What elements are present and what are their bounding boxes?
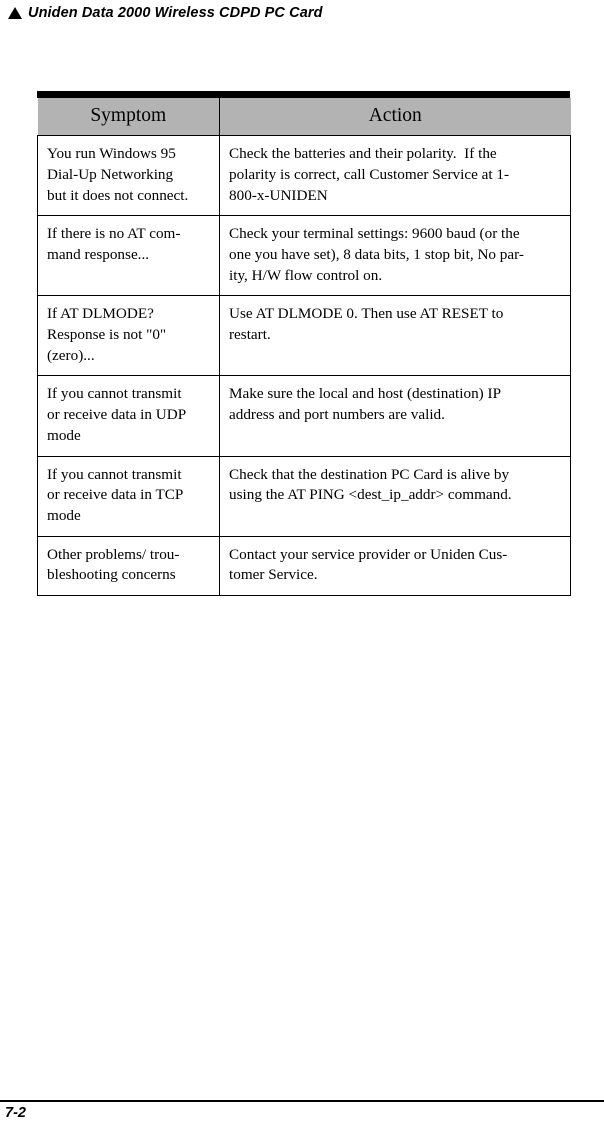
cell-line: Contact your service provider or Uniden … xyxy=(229,545,508,563)
table-header-row: Symptom Action xyxy=(37,98,571,136)
troubleshooting-table-container: Symptom Action You run Windows 95 Dial-U… xyxy=(37,91,571,596)
cell-line: ity, H/W flow control on. xyxy=(229,266,383,284)
cell-line: Dial-Up Networking xyxy=(47,166,174,184)
table-top-rule xyxy=(37,91,570,98)
cell-line: mode xyxy=(47,426,81,444)
cell-action: Check that the destination PC Card is al… xyxy=(219,455,571,537)
troubleshooting-table: Symptom Action You run Windows 95 Dial-U… xyxy=(37,98,571,596)
cell-line: restart. xyxy=(229,326,271,344)
running-header-title: Uniden Data 2000 Wireless CDPD PC Card xyxy=(28,5,323,21)
cell-line: or receive data in UDP xyxy=(47,406,187,424)
running-header: Uniden Data 2000 Wireless CDPD PC Card xyxy=(0,0,604,26)
cell-line: polarity is correct, call Customer Servi… xyxy=(229,166,510,184)
cell-line: If there is no AT com- xyxy=(47,225,181,243)
table-row: If you cannot transmit or receive data i… xyxy=(37,375,571,457)
cell-line: Check your terminal settings: 9600 baud … xyxy=(229,225,520,243)
table-row: If there is no AT com- mand response... … xyxy=(37,215,571,297)
column-header-action: Action xyxy=(219,98,571,136)
cell-action: Check your terminal settings: 9600 baud … xyxy=(219,215,571,297)
cell-line: or receive data in TCP xyxy=(47,486,184,504)
cell-symptom: If there is no AT com- mand response... xyxy=(37,215,220,297)
cell-line: bleshooting concerns xyxy=(47,566,176,584)
cell-line: If you cannot transmit xyxy=(47,385,182,403)
cell-line: but it does not connect. xyxy=(47,186,189,204)
cell-line: If AT DLMODE? xyxy=(47,305,154,323)
cell-symptom: If you cannot transmit or receive data i… xyxy=(37,455,220,537)
cell-line: Response is not "0" xyxy=(47,326,167,344)
cell-line: mode xyxy=(47,506,81,524)
table-row: If AT DLMODE? Response is not "0" (zero)… xyxy=(37,295,571,377)
cell-line: 800-x-UNIDEN xyxy=(229,186,328,204)
cell-line: Check that the destination PC Card is al… xyxy=(229,465,510,483)
cell-line: tomer Service. xyxy=(229,566,318,584)
cell-symptom: If AT DLMODE? Response is not "0" (zero)… xyxy=(37,295,220,377)
cell-line: (zero)... xyxy=(47,346,95,364)
cell-line: address and port numbers are valid. xyxy=(229,406,445,424)
page-number: 7-2 xyxy=(5,1105,26,1122)
cell-line: Use AT DLMODE 0. Then use AT RESET to xyxy=(229,305,504,323)
page-footer: 7-2 xyxy=(0,1100,604,1121)
cell-action: Check the batteries and their polarity. … xyxy=(219,135,571,217)
cell-symptom: If you cannot transmit or receive data i… xyxy=(37,375,220,457)
table-body: You run Windows 95 Dial-Up Networking bu… xyxy=(37,135,571,596)
column-header-symptom: Symptom xyxy=(37,98,220,136)
cell-line: Other problems/ trou- xyxy=(47,545,180,563)
cell-symptom: You run Windows 95 Dial-Up Networking bu… xyxy=(37,135,220,217)
cell-line: Make sure the local and host (destinatio… xyxy=(229,385,502,403)
triangle-up-icon xyxy=(8,7,22,19)
cell-line: using the AT PING <dest_ip_addr> command… xyxy=(229,486,512,504)
cell-symptom: Other problems/ trou- bleshooting concer… xyxy=(37,535,220,596)
cell-line: You run Windows 95 xyxy=(47,145,176,163)
table-row: If you cannot transmit or receive data i… xyxy=(37,455,571,537)
cell-action: Use AT DLMODE 0. Then use AT RESET to re… xyxy=(219,295,571,377)
table-row: You run Windows 95 Dial-Up Networking bu… xyxy=(37,135,571,217)
cell-line: Check the batteries and their polarity. … xyxy=(229,145,497,163)
cell-action: Contact your service provider or Uniden … xyxy=(219,535,571,596)
cell-action: Make sure the local and host (destinatio… xyxy=(219,375,571,457)
cell-line: one you have set), 8 data bits, 1 stop b… xyxy=(229,246,524,264)
table-row: Other problems/ trou- bleshooting concer… xyxy=(37,535,571,596)
cell-line: If you cannot transmit xyxy=(47,465,182,483)
cell-line: mand response... xyxy=(47,246,150,264)
